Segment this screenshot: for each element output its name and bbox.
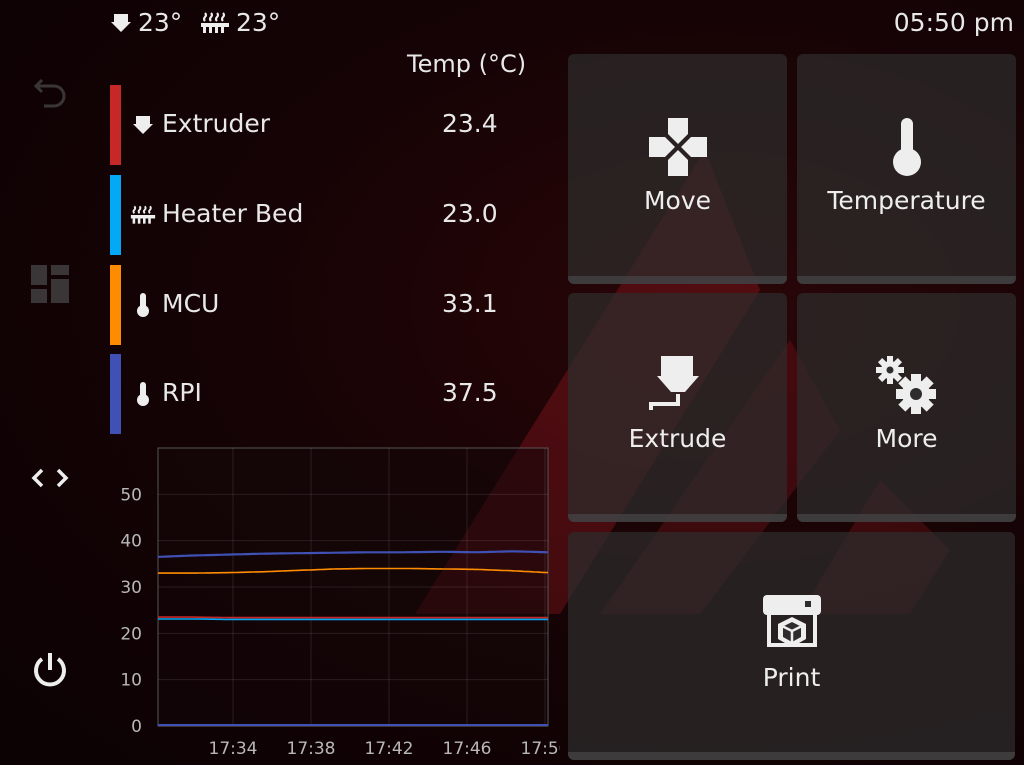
more-button[interactable]: More xyxy=(797,293,1016,522)
temp-row-extruder[interactable]: Extruder 23.4 xyxy=(110,85,540,165)
header-bed-temp: 23° xyxy=(200,8,280,37)
thermometer-icon xyxy=(130,381,156,407)
chart-ytick-label: 20 xyxy=(120,624,142,644)
temp-value: 23.4 xyxy=(442,109,498,138)
move-icon xyxy=(648,117,707,176)
chart-ytick-label: 40 xyxy=(120,532,142,552)
chart-xtick-label: 17:46 xyxy=(443,739,492,759)
heater-bed-icon xyxy=(201,11,229,33)
chart-xtick-label: 17:50 xyxy=(521,739,561,759)
temp-row-mcu[interactable]: MCU 33.1 xyxy=(110,265,540,345)
sidebar xyxy=(0,44,100,765)
print-icon xyxy=(762,594,821,647)
chart-series-extruder xyxy=(158,616,548,619)
header-bed-value: 23° xyxy=(236,8,281,37)
chart-ytick-label: 50 xyxy=(120,485,142,505)
temp-column-header: Temp (°C) xyxy=(407,50,527,78)
temp-value: 23.0 xyxy=(442,199,498,228)
extruder-color-bar xyxy=(110,85,121,165)
temp-name: Heater Bed xyxy=(162,199,304,228)
power-icon xyxy=(34,653,66,687)
temperature-label: Temperature xyxy=(827,185,986,215)
temp-row-rpi[interactable]: RPI 37.5 xyxy=(110,354,540,434)
print-button[interactable]: Print xyxy=(568,532,1015,760)
home-button[interactable] xyxy=(20,254,80,314)
print-label: Print xyxy=(762,662,821,692)
extruder-icon xyxy=(130,112,156,138)
thermometer-icon xyxy=(892,117,921,176)
code-icon xyxy=(31,468,69,488)
extrude-icon xyxy=(648,356,699,410)
chart-ytick-label: 0 xyxy=(131,717,142,737)
back-button[interactable] xyxy=(20,60,80,120)
power-button[interactable] xyxy=(20,640,80,700)
temp-value: 37.5 xyxy=(442,378,498,407)
chart-xtick-label: 17:42 xyxy=(365,739,414,759)
temp-value: 33.1 xyxy=(442,289,498,318)
temperature-chart: 0 10 20 30 40 50 17:34 17:38 17:42 17:46 17:50 xyxy=(120,447,561,759)
thermometer-icon xyxy=(130,292,156,318)
temp-row-heater-bed[interactable]: Heater Bed 23.0 xyxy=(110,175,540,255)
move-label: Move xyxy=(643,185,712,215)
extruder-icon xyxy=(111,13,131,32)
dashboard-icon xyxy=(31,265,69,303)
back-icon xyxy=(33,78,66,108)
rpi-color-bar xyxy=(110,354,121,434)
extrude-label: Extrude xyxy=(628,424,727,453)
chart-ytick-label: 10 xyxy=(120,671,142,691)
chart-ytick-label: 30 xyxy=(120,578,142,598)
header-extruder-value: 23° xyxy=(138,8,183,37)
clock: 05:50 pm xyxy=(893,8,1014,37)
heater-bed-icon xyxy=(130,202,156,228)
move-button[interactable]: Move xyxy=(568,54,787,284)
status-bar: 23° 23° 05:50 pm xyxy=(0,0,1024,44)
settings-icon xyxy=(875,356,936,414)
temp-name: RPI xyxy=(162,378,202,407)
mcu-color-bar xyxy=(110,265,121,345)
header-extruder-temp: 23° xyxy=(110,8,182,37)
temp-name: MCU xyxy=(162,289,220,318)
console-button[interactable] xyxy=(20,448,80,508)
extrude-button[interactable]: Extrude xyxy=(568,293,787,522)
chart-xtick-label: 17:34 xyxy=(209,739,258,759)
heater-bed-color-bar xyxy=(110,175,121,255)
temp-name: Extruder xyxy=(162,109,271,138)
chart-xtick-label: 17:38 xyxy=(287,739,336,759)
more-label: More xyxy=(875,424,938,453)
temperature-button[interactable]: Temperature xyxy=(797,54,1016,284)
